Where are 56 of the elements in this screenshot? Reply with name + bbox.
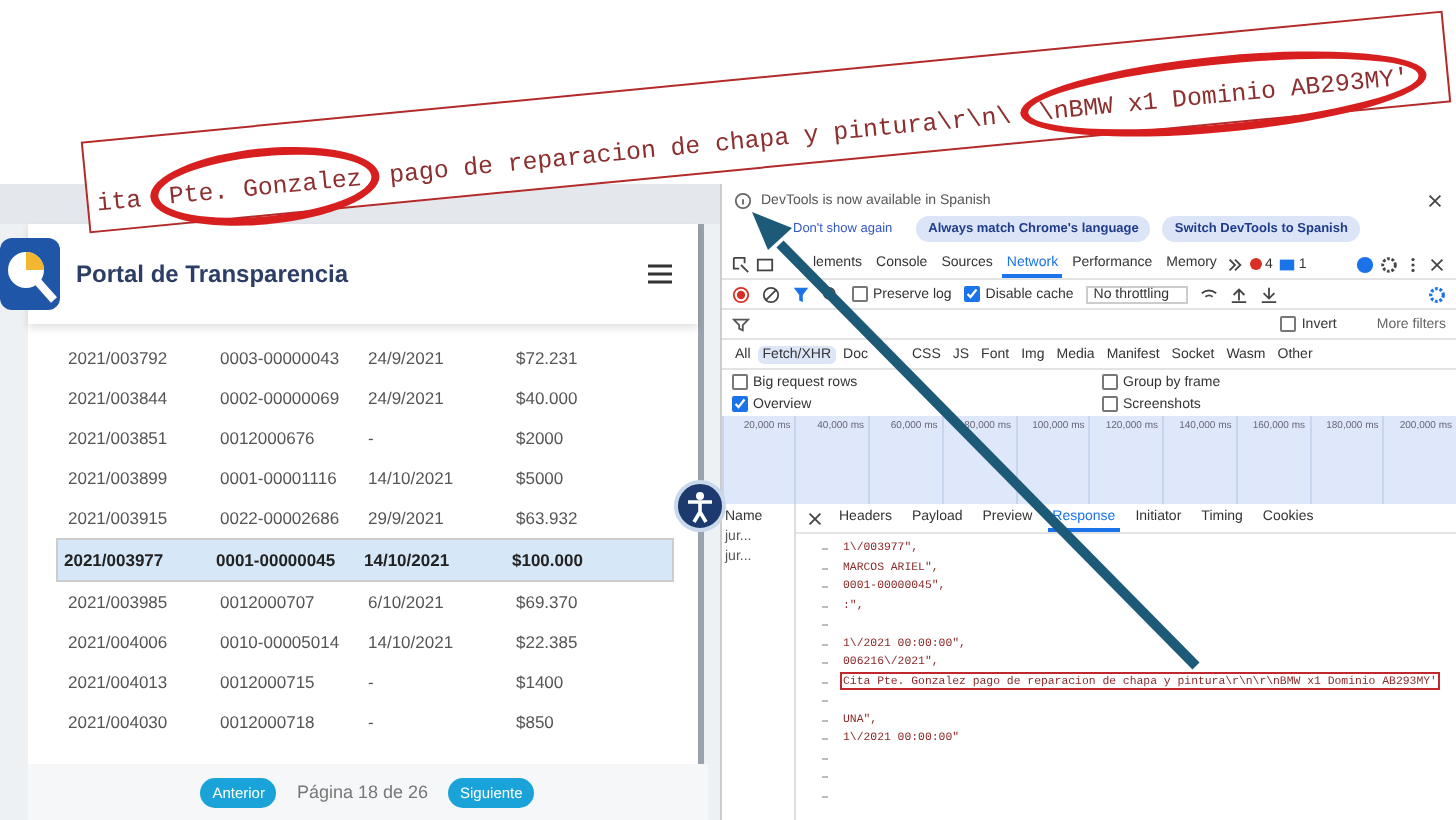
table-cell-text: 2021/004030: [68, 712, 170, 732]
page-indicator: Página 18 de 26: [296, 782, 429, 802]
table-cell-text: 0012000718: [220, 712, 317, 732]
table-cell-text: 0002-00000069: [220, 388, 342, 408]
table-row[interactable]: 2021/003792 0003-00000043 24/9/2021 $72.231: [56, 338, 673, 378]
table-cell-text: $72.231: [516, 348, 580, 368]
callout-text: Pte. Gonzalez: [167, 165, 363, 212]
table-cell-text: -: [368, 672, 376, 692]
table-cell-text: -: [368, 428, 376, 448]
table-cell-text: 2021/003977: [64, 550, 166, 570]
table-cell-text: 6/10/2021: [368, 592, 446, 612]
table-row[interactable]: 2021/004006 0010-00005014 14/10/2021 $22.385: [56, 622, 673, 662]
site-title: Portal de Transparencia: [76, 260, 351, 288]
callout-text: ita: [95, 186, 143, 219]
table-cell-text: 24/9/2021: [368, 388, 446, 408]
table-row[interactable]: 2021/004013 0012000715 - $1400: [56, 662, 673, 702]
table-cell-text: $2000: [516, 428, 566, 448]
table-cell-text: $40.000: [516, 388, 580, 408]
table-row[interactable]: 2021/004030 0012000718 - $850: [56, 702, 673, 742]
table-cell-text: 2021/003851: [68, 428, 170, 448]
table-cell-text: 2021/004006: [68, 632, 170, 652]
table-cell-text: 2021/003899: [68, 468, 170, 488]
table-row[interactable]: 2021/003915 0022-00002686 29/9/2021 $63.932: [56, 498, 673, 538]
table-cell-text: 24/9/2021: [368, 348, 446, 368]
table-cell-text: -: [368, 712, 376, 732]
table-cell-text: 0010-00005014: [220, 632, 342, 652]
table-cell-text: 0012000707: [220, 592, 317, 612]
table-cell-text: 0001-00001116: [220, 468, 339, 488]
table-cell-text: 0003-00000043: [220, 348, 342, 368]
table-row[interactable]: 2021/003985 0012000707 6/10/2021 $69.370: [56, 582, 673, 622]
table-cell-text: 0001-00000045: [216, 550, 338, 570]
table-cell-text: $69.370: [516, 592, 580, 612]
table-cell-text: 14/10/2021: [364, 550, 452, 570]
table-row[interactable]: 2021/003977 0001-00000045 14/10/2021 $100.000: [56, 538, 673, 582]
table-cell-text: $63.932: [516, 508, 580, 528]
table-cell-text: $22.385: [516, 632, 580, 652]
table-cell-text: 2021/004013: [68, 672, 170, 692]
table-cell-text: $100.000: [512, 550, 585, 570]
table-cell-text: 2021/003985: [68, 592, 170, 612]
table-cell-text: 0012000676: [220, 428, 317, 448]
table-cell-text: 2021/003792: [68, 348, 170, 368]
table-cell-text: $1400: [516, 672, 566, 692]
table-cell-text: $850: [516, 712, 556, 732]
callout-text: pago de reparacion de chapa y pintura\r\n\: [388, 102, 1013, 191]
table-cell-text: 0012000715: [220, 672, 317, 692]
table-cell-text: 2021/003915: [68, 508, 170, 528]
table-row[interactable]: 2021/003844 0002-00000069 24/9/2021 $40.000: [56, 378, 673, 418]
table-cell-text: 29/9/2021: [368, 508, 446, 528]
table-row[interactable]: 2021/003851 0012000676 - $2000: [56, 418, 673, 458]
table-cell-text: 14/10/2021: [368, 632, 456, 652]
table-cell-text: 2021/003844: [68, 388, 170, 408]
table-cell-text: 14/10/2021: [368, 468, 456, 488]
table-cell-text: $5000: [516, 468, 566, 488]
table-row[interactable]: 2021/003899 0001-00001116 14/10/2021 $5000: [56, 458, 673, 498]
callout-text: \nBMW x1 Dominio AB293MY': [1037, 64, 1411, 128]
table-cell-text: 0022-00002686: [220, 508, 342, 528]
